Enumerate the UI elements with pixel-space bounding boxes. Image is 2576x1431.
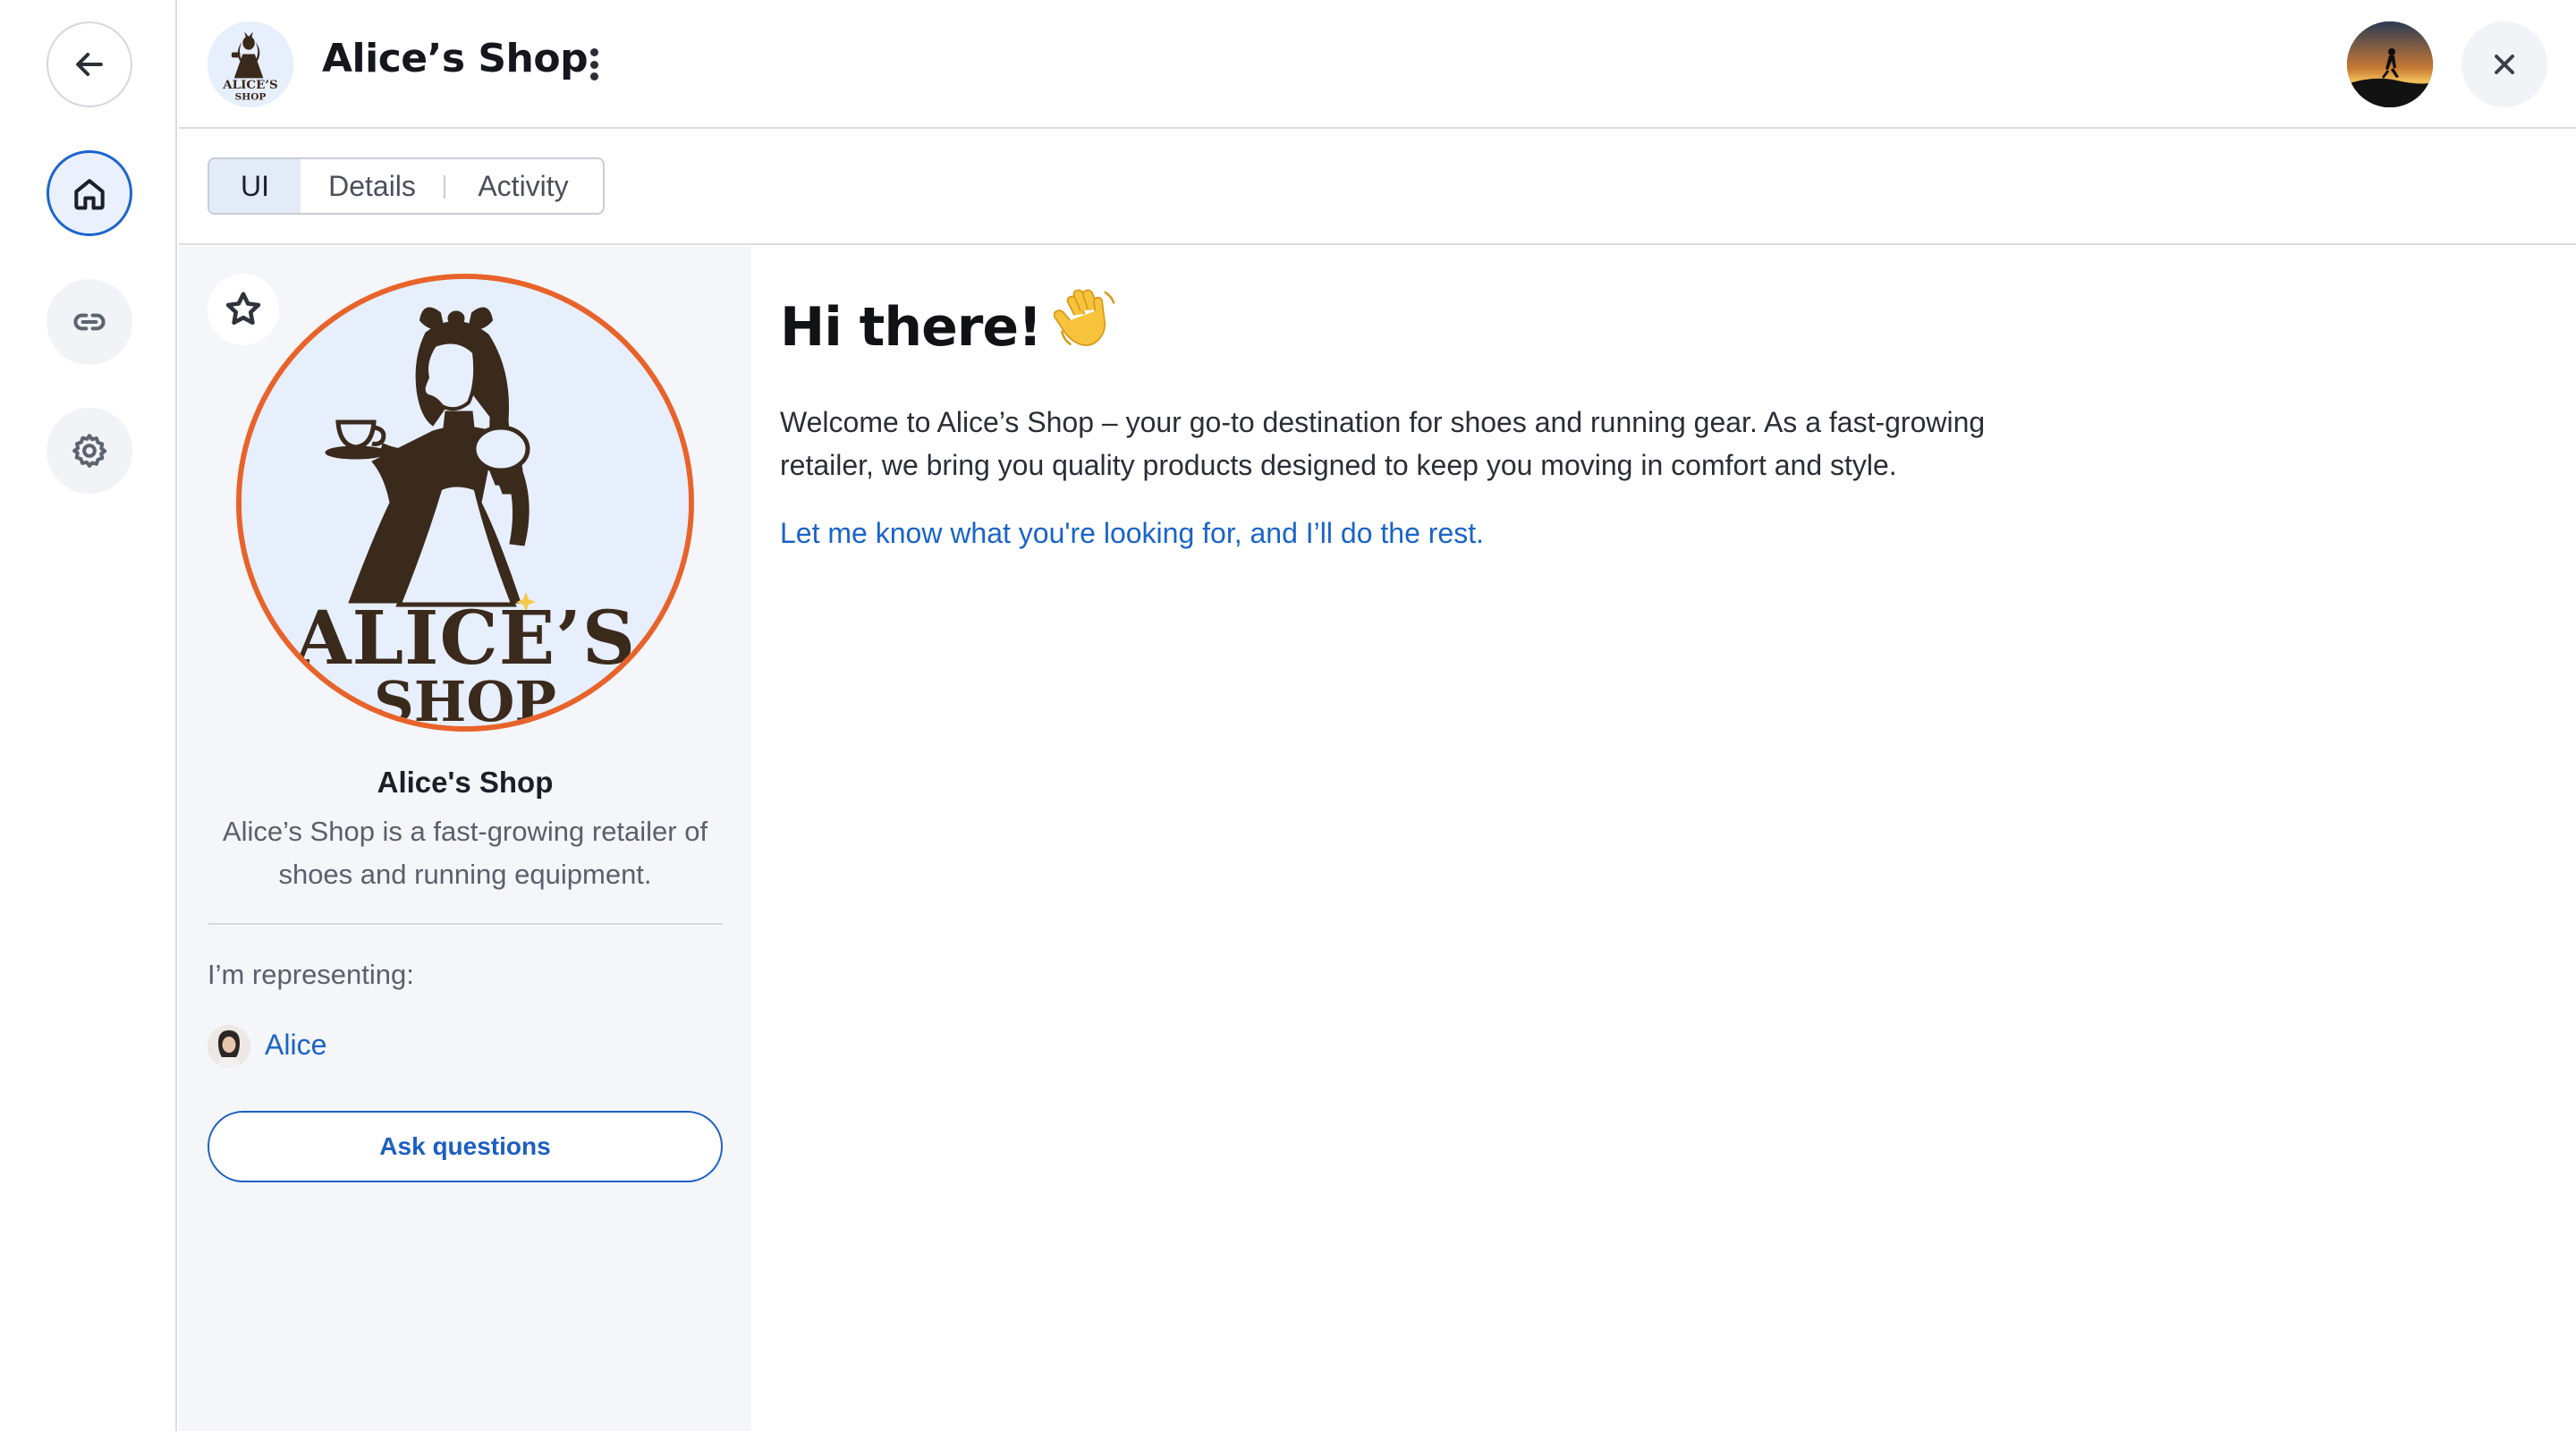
kebab-dot [589, 72, 598, 80]
waving-hand-icon [1053, 286, 1120, 366]
greeting-heading: Hi there! [780, 286, 1120, 366]
alice-logo-icon: ALICE’S SHOP [242, 279, 689, 726]
link-icon [73, 313, 106, 331]
representative-link[interactable]: Alice [265, 1029, 326, 1062]
profile-panel: ALICE’S SHOP Alice's Shop Alice’s Shop i… [179, 247, 751, 1431]
header-bar: ALICE’S SHOP Alice’s Shop [179, 0, 2576, 129]
divider [208, 923, 723, 925]
home-icon [74, 179, 105, 210]
home-button[interactable] [47, 150, 132, 236]
tab-details[interactable]: Details [301, 159, 444, 213]
arrow-left-icon [76, 52, 103, 77]
kebab-dot [589, 48, 598, 56]
tab-bar: UI Details Activity [179, 129, 2576, 245]
tab-ui[interactable]: UI [209, 159, 301, 213]
settings-button[interactable] [47, 408, 132, 494]
close-icon [2495, 55, 2514, 74]
shop-logo-small: ALICE’S SHOP [208, 21, 293, 107]
gear-icon [72, 434, 107, 468]
tab-group: UI Details Activity [208, 157, 605, 215]
tab-activity[interactable]: Activity [444, 159, 603, 213]
call-to-action-text: Let me know what you're looking for, and… [780, 517, 1484, 549]
left-rail [0, 0, 177, 1431]
links-button[interactable] [47, 279, 132, 365]
runner-photo-icon [2347, 21, 2433, 107]
svg-text:SHOP: SHOP [374, 669, 556, 726]
app-window: ALICE’S SHOP Alice’s Shop UI Details Act… [0, 0, 2576, 1431]
svg-text:ALICE’S: ALICE’S [222, 78, 277, 92]
user-avatar[interactable] [2347, 21, 2433, 107]
profile-description: Alice’s Shop is a fast-growing retailer … [222, 816, 708, 890]
kebab-menu-button[interactable] [576, 43, 612, 86]
favorite-button[interactable] [208, 274, 279, 345]
greeting-text: Hi there! [780, 296, 1042, 359]
svg-text:SHOP: SHOP [235, 91, 267, 102]
profile-name: Alice's Shop [377, 766, 554, 799]
alice-logo-icon: ALICE’S SHOP [208, 21, 293, 107]
shop-logo-large: ALICE’S SHOP [236, 274, 694, 732]
welcome-message: Welcome to Alice’s Shop – your go-to des… [780, 406, 1986, 481]
back-button[interactable] [47, 21, 132, 107]
representative-avatar[interactable] [208, 1025, 250, 1068]
person-photo-icon [208, 1025, 250, 1068]
shop-title: Alice’s Shop [322, 36, 589, 81]
kebab-dot [589, 60, 598, 69]
ask-questions-button[interactable]: Ask questions [208, 1111, 723, 1182]
star-icon [225, 292, 261, 326]
representing-label: I’m representing: [208, 959, 414, 990]
close-button[interactable] [2462, 21, 2547, 107]
